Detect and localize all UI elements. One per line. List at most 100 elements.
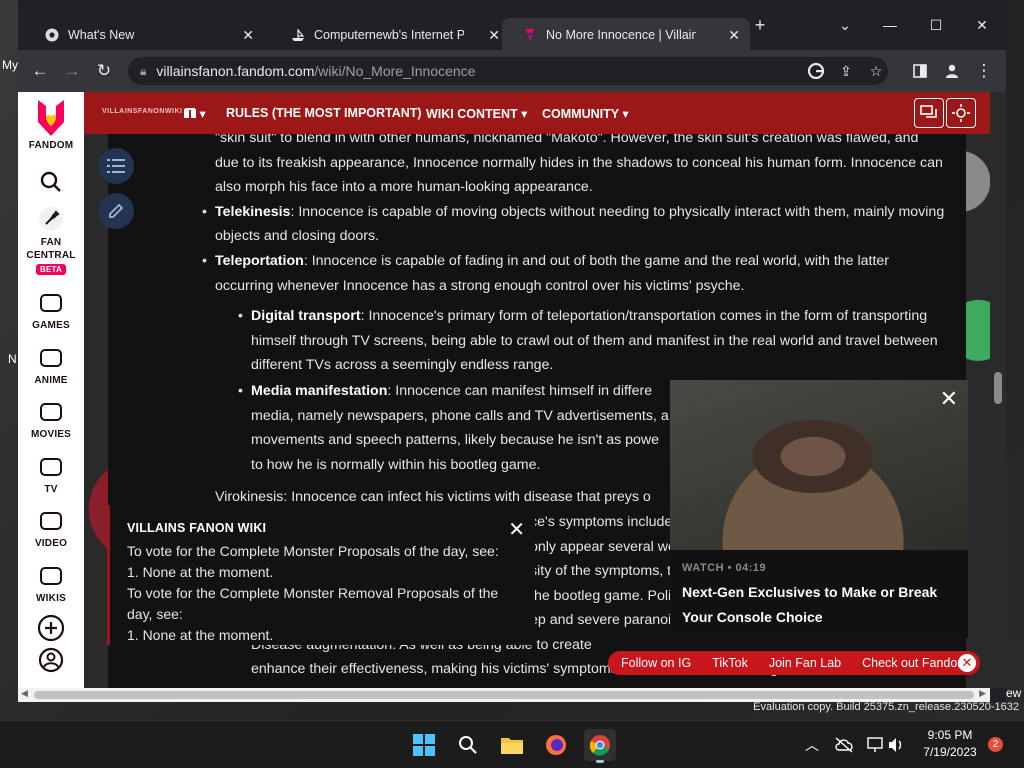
new-tab-button[interactable]: + — [746, 12, 774, 38]
firefox-icon[interactable] — [540, 729, 572, 761]
share-icon[interactable]: ⇪ — [836, 61, 856, 81]
wiki-header: VILLAINSFANONWIKI ▾ RULES (THE MOST IMPO… — [84, 92, 1006, 134]
side-panel-icon[interactable] — [906, 58, 934, 84]
rail-user[interactable] — [18, 647, 84, 673]
lock-icon[interactable]: 🔒︎ — [140, 64, 146, 79]
list-term: Media manifestation — [251, 382, 388, 399]
evaluation-watermark: Evaluation copy. Build 25375.zn_release.… — [753, 701, 1019, 713]
back-button[interactable]: ← — [26, 58, 54, 84]
notice-line: To vote for the Complete Monster Removal… — [127, 585, 499, 601]
close-follow-bar-icon[interactable]: ✕ — [958, 654, 976, 672]
follow-ig-link[interactable]: Follow on IG — [621, 656, 691, 670]
address-bar[interactable]: 🔒︎ villainsfanon.fandom.com/wiki/No_More… — [128, 57, 888, 85]
cloud-offline-icon[interactable] — [828, 729, 860, 761]
check-out-fandom-link[interactable]: Check out Fandom — [862, 656, 968, 670]
rail-item-wikis[interactable]: WIKIS — [18, 563, 84, 604]
search-icon[interactable] — [452, 729, 484, 761]
nav-rules[interactable]: RULES (THE MOST IMPORTANT) — [226, 106, 422, 120]
rail-label: VIDEO — [34, 538, 68, 549]
rail-item-games[interactable]: GAMES — [18, 290, 84, 331]
tab-whats-new[interactable]: What's New ✕ — [24, 18, 264, 52]
forward-button[interactable]: → — [58, 58, 86, 84]
close-icon[interactable]: ✕ — [508, 517, 525, 542]
plus-circle-icon — [37, 614, 65, 642]
rail-search[interactable] — [18, 170, 84, 194]
chevron-down-icon: ▾ — [622, 107, 629, 121]
desktop-label[interactable]: My — [2, 58, 18, 72]
clock[interactable]: 9:05 PM 7/19/2023 — [915, 727, 985, 761]
beta-badge: BETA — [36, 264, 66, 275]
video-headline[interactable]: Next-Gen Exclusives to Make or Break You… — [682, 580, 962, 630]
reload-button[interactable]: ↻ — [90, 58, 118, 84]
ship-icon — [290, 27, 306, 43]
user-avatar-icon — [38, 647, 64, 673]
minimize-button[interactable]: — — [876, 12, 904, 38]
volume-icon[interactable] — [880, 729, 912, 761]
rail-item-video[interactable]: VIDEO — [18, 508, 84, 549]
close-video-icon[interactable]: ✕ — [940, 386, 958, 412]
page-viewport: FANDOM FAN CENTRAL BETA GAMES ANIME MOVI… — [18, 92, 1006, 688]
scroll-left-arrow-icon[interactable]: ◀ — [21, 688, 28, 699]
nav-label: RULES (THE MOST IMPORTANT) — [226, 106, 422, 120]
nav-community[interactable]: COMMUNITY ▾ — [542, 106, 629, 121]
list-term: Teleportation — [215, 252, 304, 269]
close-window-button[interactable]: ✕ — [968, 12, 996, 38]
file-explorer-icon[interactable] — [496, 729, 528, 761]
desktop-label[interactable]: N — [8, 352, 17, 366]
search-icon — [40, 171, 61, 192]
nav-wiki-content[interactable]: WIKI CONTENT ▾ — [426, 106, 527, 121]
fandom-logo-link[interactable]: FANDOM — [18, 98, 84, 151]
edit-page-button[interactable] — [98, 193, 134, 229]
wiki-logo[interactable]: VILLAINSFANONWIKI — [102, 108, 182, 115]
chrome-taskbar-icon[interactable] — [584, 729, 616, 763]
close-tab-icon[interactable]: ✕ — [488, 27, 500, 44]
maximize-button[interactable]: ☐ — [922, 12, 950, 38]
scroll-right-arrow-icon[interactable]: ▶ — [979, 688, 986, 699]
rail-item-anime[interactable]: ANIME — [18, 345, 84, 386]
url-path: /wiki/No_More_Innocence — [314, 63, 476, 79]
wiki-explore-dropdown[interactable]: ▾ — [184, 106, 206, 121]
list-term: Telekinesis — [215, 203, 291, 220]
list-icon — [107, 159, 125, 173]
tiktok-link[interactable]: TikTok — [712, 656, 748, 670]
rail-item-fan-central[interactable]: FAN CENTRAL BETA — [18, 206, 84, 275]
scrollbar-thumb[interactable] — [994, 372, 1002, 404]
rail-item-movies[interactable]: MOVIES — [18, 399, 84, 440]
show-hidden-icons-chevron[interactable]: ︿ — [796, 729, 828, 761]
menu-kebab-icon[interactable]: ⋮ — [970, 58, 998, 84]
profile-icon[interactable] — [938, 58, 966, 84]
rail-item-tv[interactable]: TV — [18, 454, 84, 495]
chevron-down-icon: ▾ — [199, 107, 206, 121]
fan-lab-link[interactable]: Join Fan Lab — [769, 656, 841, 670]
tab-no-more-innocence[interactable]: No More Innocence | Villains Fan ✕ — [502, 18, 750, 52]
clock-time: 9:05 PM — [927, 728, 973, 742]
chrome-icon — [44, 27, 60, 43]
tab-search-chevron-icon[interactable]: ⌄ — [831, 12, 859, 38]
desktop-label: ew — [1006, 686, 1022, 700]
discussions-button[interactable] — [914, 98, 944, 128]
google-icon[interactable] — [806, 61, 826, 81]
vertical-scrollbar[interactable] — [990, 92, 1006, 688]
video-thumbnail[interactable] — [670, 380, 968, 550]
list-text: : Innocence is capable of moving objects… — [215, 203, 945, 245]
tab-title: What's New — [68, 28, 135, 42]
tab-computernewb[interactable]: Computernewb's Internet Pub H ✕ — [270, 18, 510, 52]
close-tab-icon[interactable]: ✕ — [728, 27, 740, 44]
taskbar: ︿ 9:05 PM 7/19/2023 2 — [0, 720, 1024, 768]
play-video-icon — [38, 508, 64, 534]
rail-create-wiki[interactable] — [18, 614, 84, 642]
article-paragraph: "skin suit" to blend in with other human… — [215, 134, 943, 196]
windows-start-icon[interactable] — [408, 729, 440, 761]
scrollbar-thumb[interactable] — [34, 691, 974, 699]
table-of-contents-button[interactable] — [98, 148, 134, 184]
fandom-icon — [522, 27, 538, 43]
url-host: villainsfanon.fandom.com — [156, 63, 315, 79]
horizontal-scrollbar[interactable]: ◀ ▶ — [18, 688, 990, 702]
bookmark-star-icon[interactable]: ☆ — [866, 61, 886, 81]
theme-toggle-button[interactable] — [946, 98, 976, 128]
clapperboard-icon — [38, 399, 64, 425]
notification-badge[interactable]: 2 — [988, 737, 1003, 752]
notice-title: VILLAINS FANON WIKI — [127, 521, 267, 535]
close-tab-icon[interactable]: ✕ — [242, 27, 254, 44]
list-item: Telekinesis: Innocence is capable of mov… — [202, 200, 945, 249]
